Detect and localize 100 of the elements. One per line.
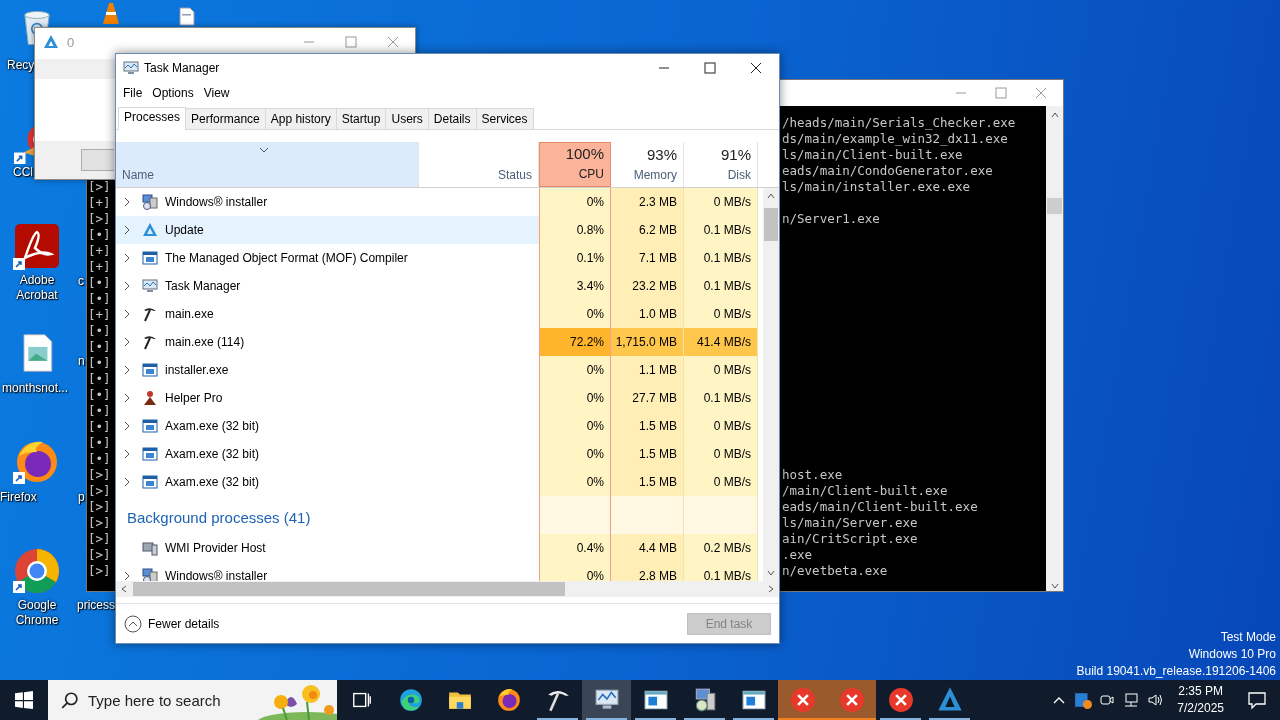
expand-chevron-icon[interactable] [123,421,131,431]
process-row[interactable]: Axam.exe (32 bit) 0% 1.5 MB 0 MB/s [116,468,763,496]
memory-cell: 7.1 MB [611,244,684,272]
icon-label[interactable]: monthsnot... [2,381,69,396]
process-row[interactable]: The Managed Object Format (MOF) Compiler 0.1% 7.1 MB 0.1 MB/s [116,244,763,272]
process-row[interactable]: Axam.exe (32 bit) 0% 1.5 MB 0 MB/s [116,440,763,468]
memory-cell: 2.8 MB [611,562,684,581]
disk-cell: 0 MB/s [684,468,758,496]
process-row[interactable]: Windows® installer 0% 2.3 MB 0 MB/s [116,188,763,216]
column-header[interactable]: 93% Memory [611,142,684,187]
taskbar-button[interactable] [582,680,631,720]
menu-item[interactable]: File [118,84,148,102]
disk-cell: 0 MB/s [684,356,758,384]
scroll-thumb[interactable] [1047,198,1062,214]
scrollbar[interactable] [763,188,779,581]
fewer-details-button[interactable]: Fewer details [124,614,220,633]
console-marker: [>] [88,515,111,531]
expand-chevron-icon[interactable] [123,281,131,291]
tab[interactable]: Startup [335,108,387,129]
usage-percent: 100% [565,145,604,162]
icon-label[interactable]: pricess [77,598,115,613]
search-field[interactable]: Type here to search [88,691,238,709]
expand-chevron-icon[interactable] [123,571,131,581]
scroll-up-icon [1049,110,1060,120]
process-row[interactable]: Update 0.8% 6.2 MB 0.1 MB/s [116,216,763,244]
scroll-thumb[interactable] [764,208,778,241]
cpu-cell: 0.8% [539,216,611,244]
console-marker: [•] [88,451,111,467]
system-watermark-text: Test Mode [1220,629,1276,646]
icon-label[interactable]: p [78,490,85,505]
close-button[interactable] [387,36,399,48]
process-row[interactable]: Helper Pro 0% 27.7 MB 0.1 MB/s [116,384,763,412]
expand-chevron-icon[interactable] [123,365,131,375]
process-row[interactable]: WMI Provider Host 0.4% 4.4 MB 0.2 MB/s [116,534,763,562]
scrollbar[interactable] [1046,106,1063,591]
icon-label[interactable]: Google Chrome [0,598,74,628]
icon-label[interactable]: Firefox [0,490,74,505]
process-row[interactable]: main.exe 0% 1.0 MB 0 MB/s [116,300,763,328]
close-button[interactable] [1035,87,1047,99]
expand-chevron-icon[interactable] [123,449,131,459]
cpu-cell [539,496,611,534]
process-name: Axam.exe (32 bit) [165,475,260,489]
tab[interactable]: Performance [185,108,266,129]
disk-cell: 41.4 MB/s [684,328,758,356]
close-icon [750,62,762,74]
process-row[interactable]: Axam.exe (32 bit) 0% 1.5 MB 0 MB/s [116,412,763,440]
clock[interactable]: 2:35 PM 7/2/2025 [1167,683,1234,717]
tab[interactable]: Processes [118,107,187,130]
memory-cell: 27.7 MB [611,384,684,412]
search-icon [60,691,78,709]
network-icon [1123,692,1140,708]
column-label: Name [122,168,154,182]
menu-item[interactable]: View [198,84,235,102]
tab[interactable]: Services [475,108,534,129]
process-name: WMI Provider Host [165,541,266,555]
memory-cell: 23.2 MB [611,272,684,300]
tab[interactable]: App history [264,108,337,129]
icon-label[interactable]: Adobe Acrobat [0,273,74,303]
process-row[interactable]: Task Manager 3.4% 23.2 MB 0.1 MB/s [116,272,763,300]
column-header[interactable]: 100% CPU [539,142,611,187]
icon-label[interactable]: CCl [13,165,33,180]
expand-chevron-icon[interactable] [123,225,131,235]
scrollbar[interactable] [116,581,779,597]
icon-label[interactable]: Recy [7,58,35,73]
expand-chevron-icon[interactable] [123,197,131,207]
memory-cell: 2.3 MB [611,188,684,216]
console-marker: [•] [88,387,111,403]
console-line: /heads/main/Serials_Checker.exe [782,115,1016,131]
pdf-icon [13,224,59,270]
icon-label[interactable]: c [78,274,84,289]
console-marker: [+] [88,307,111,323]
monitor-chart-icon [142,278,158,294]
disk-cell: 0 MB/s [684,188,758,216]
disk-cell: 0 MB/s [684,412,758,440]
expand-chevron-icon[interactable] [123,253,131,263]
console-marker: [•] [88,355,111,371]
column-label: Memory [633,168,677,182]
expand-chevron-icon[interactable] [123,477,131,487]
menu-item[interactable]: Options [147,84,199,102]
expand-chevron-icon[interactable] [123,393,131,403]
tab[interactable]: Details [427,108,477,129]
scroll-thumb[interactable] [133,582,565,596]
column-header[interactable]: Name [116,142,419,187]
icon-label[interactable]: n [78,354,85,369]
window-icon [142,250,158,266]
console-line: n/Server1.exe [782,211,880,227]
column-header[interactable]: 91% Disk [684,142,758,187]
process-row[interactable]: main.exe (114) 72.2% 1,715.0 MB 41.4 MB/s [116,328,763,356]
usage-percent: 93% [646,146,677,163]
date-text: 7/2/2025 [1177,700,1224,717]
expand-chevron-icon[interactable] [123,337,131,347]
console-marker: [>] [88,179,111,195]
installer-icon [142,194,158,210]
tab[interactable]: Users [385,108,429,129]
console-line: n/evetbeta.exe [782,563,888,579]
process-row[interactable]: installer.exe 0% 1.1 MB 0 MB/s [116,356,763,384]
process-name: Windows® installer [165,195,268,209]
expand-chevron-icon[interactable] [123,309,131,319]
collapse-circle-icon [124,614,142,633]
cpu-cell: 0% [539,188,611,216]
